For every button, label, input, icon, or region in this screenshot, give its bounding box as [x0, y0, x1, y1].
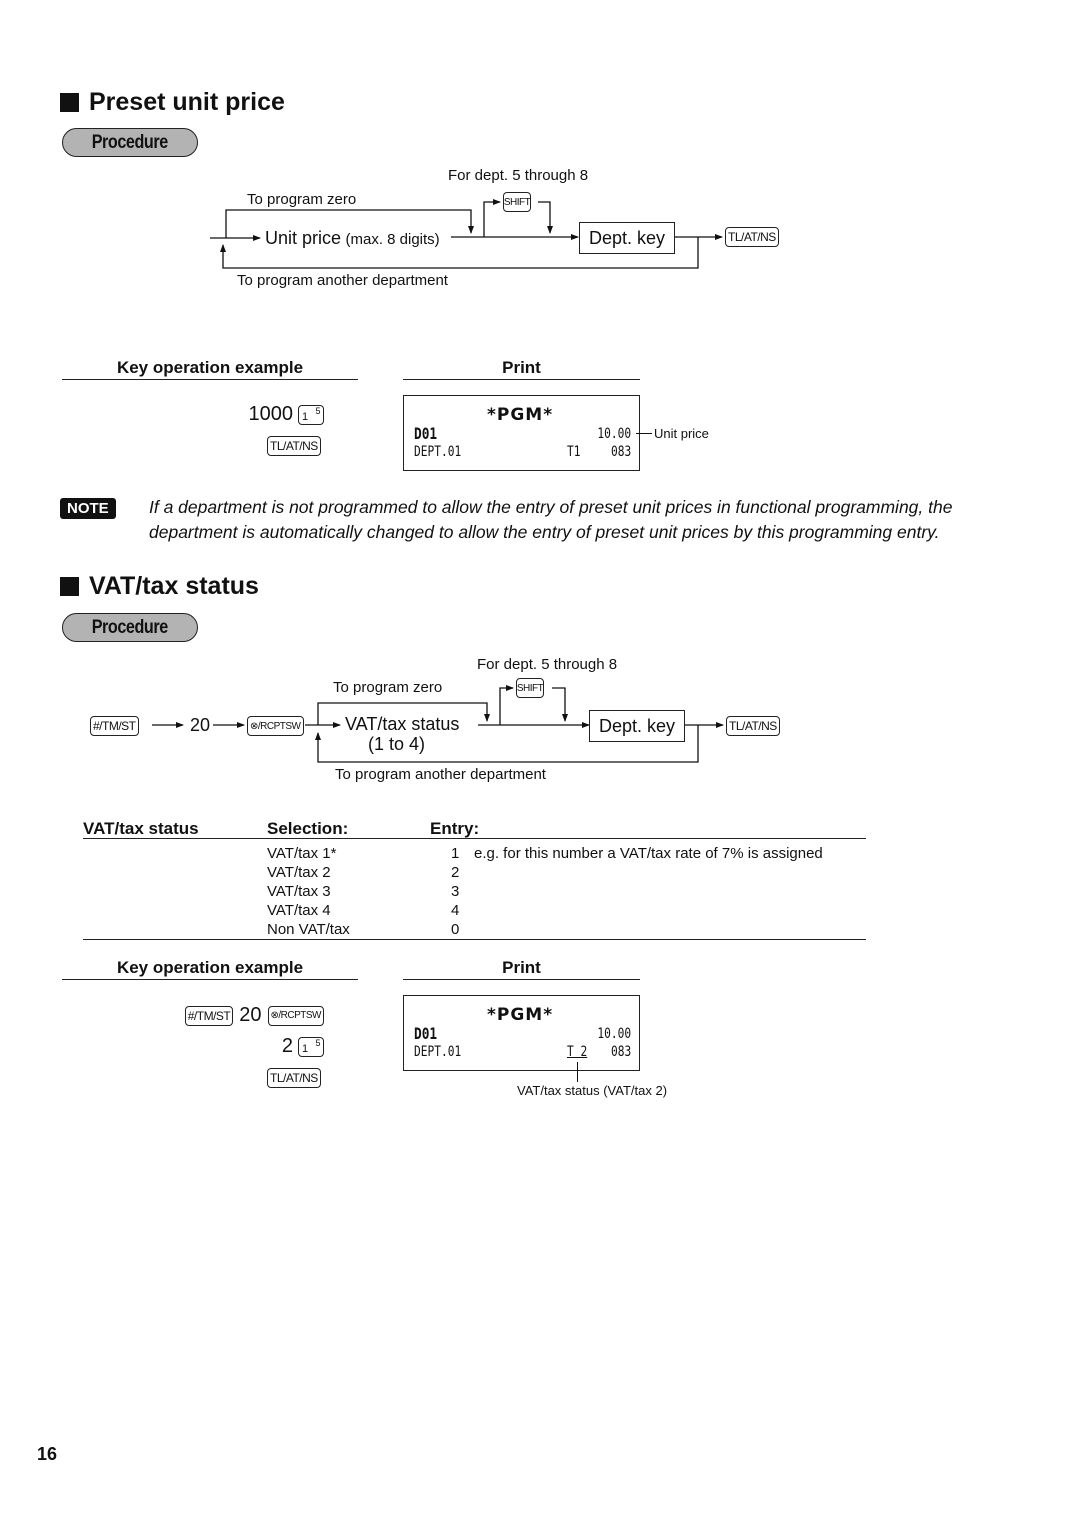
row-entry: 0 [451, 921, 460, 938]
row-note: e.g. for this number a VAT/tax rate of 7… [474, 845, 823, 862]
row-selection: VAT/tax 1* [267, 845, 337, 862]
to-program-zero-label: To program zero [333, 679, 443, 696]
receipt-switch-key[interactable]: ⊗/RCPTSW [247, 716, 304, 736]
row-selection: VAT/tax 2 [267, 864, 331, 881]
receipt-dept-code-text: D01 [414, 1024, 438, 1043]
loop-label: To program another department [335, 766, 546, 783]
key-example-line-1: #/TM/ST 20 ⊗/RCPTSW [150, 1004, 324, 1027]
vat-status-input-label: VAT/tax status [345, 714, 460, 734]
flow-arrow-to-shift [499, 685, 514, 725]
table-header-vat-status: VAT/tax status [83, 819, 199, 838]
program-code: 20 [190, 715, 211, 735]
table-header-entry: Entry: [430, 819, 480, 838]
receipt-tax-status: T 2 [567, 1044, 588, 1060]
row-entry: 1 [451, 845, 460, 862]
table-bottom-rule [83, 939, 866, 940]
table-header-selection: Selection: [267, 819, 349, 838]
row-selection: VAT/tax 4 [267, 902, 331, 919]
row-entry: 4 [451, 902, 460, 919]
divider [403, 979, 640, 980]
receipt-consecutive-number: 083 [610, 1044, 631, 1060]
tl-at-ns-key[interactable]: TL/AT/NS [267, 1068, 321, 1088]
receipt-header: *PGM* [487, 1005, 554, 1025]
key-operation-heading: Key operation example [116, 958, 304, 977]
key-main-digit: 1 [302, 1042, 308, 1055]
key-super-digit: 5 [315, 1037, 320, 1048]
program-code: 20 [239, 1004, 262, 1026]
receipt-dept-name: DEPT.01 [414, 1044, 462, 1060]
for-dept-note: For dept. 5 through 8 [477, 656, 618, 673]
dept-key-box[interactable]: Dept. key [589, 710, 686, 742]
tl-at-ns-key[interactable]: TL/AT/NS [726, 716, 780, 736]
vat-status-range: (1 to 4) [368, 734, 426, 754]
receipt-unit-price: 10.00 [597, 1026, 631, 1042]
key-example-line-2: 2 1 5 [200, 1035, 324, 1058]
row-selection: VAT/tax 3 [267, 883, 331, 900]
receipt-switch-key[interactable]: ⊗/RCPTSW [267, 1005, 324, 1026]
row-entry: 3 [451, 883, 460, 900]
page-number: 16 [37, 1444, 58, 1464]
table-top-rule [83, 838, 866, 839]
row-selection: Non VAT/tax [267, 921, 350, 938]
vat-status-callout: VAT/tax status (VAT/tax 2) [517, 1083, 668, 1098]
callout-line [577, 1062, 578, 1082]
divider [62, 979, 358, 980]
receipt-print: *PGM* D01 10.00 DEPT.01 T 2 083 [403, 995, 640, 1071]
dept-1-5-key[interactable]: 1 5 [298, 1036, 324, 1057]
print-heading: Print [502, 958, 541, 977]
flow-arrow-from-shift [552, 687, 568, 722]
hash-tm-st-key[interactable]: #/TM/ST [90, 716, 139, 736]
receipt-dept-code: D01 [414, 1024, 437, 1043]
row-entry: 2 [451, 864, 460, 881]
hash-tm-st-key[interactable]: #/TM/ST [184, 1005, 234, 1026]
entry-value: 2 [281, 1035, 293, 1057]
shift-key[interactable]: SHIFT [516, 678, 544, 698]
procedure-flow-lines-2 [152, 685, 724, 763]
